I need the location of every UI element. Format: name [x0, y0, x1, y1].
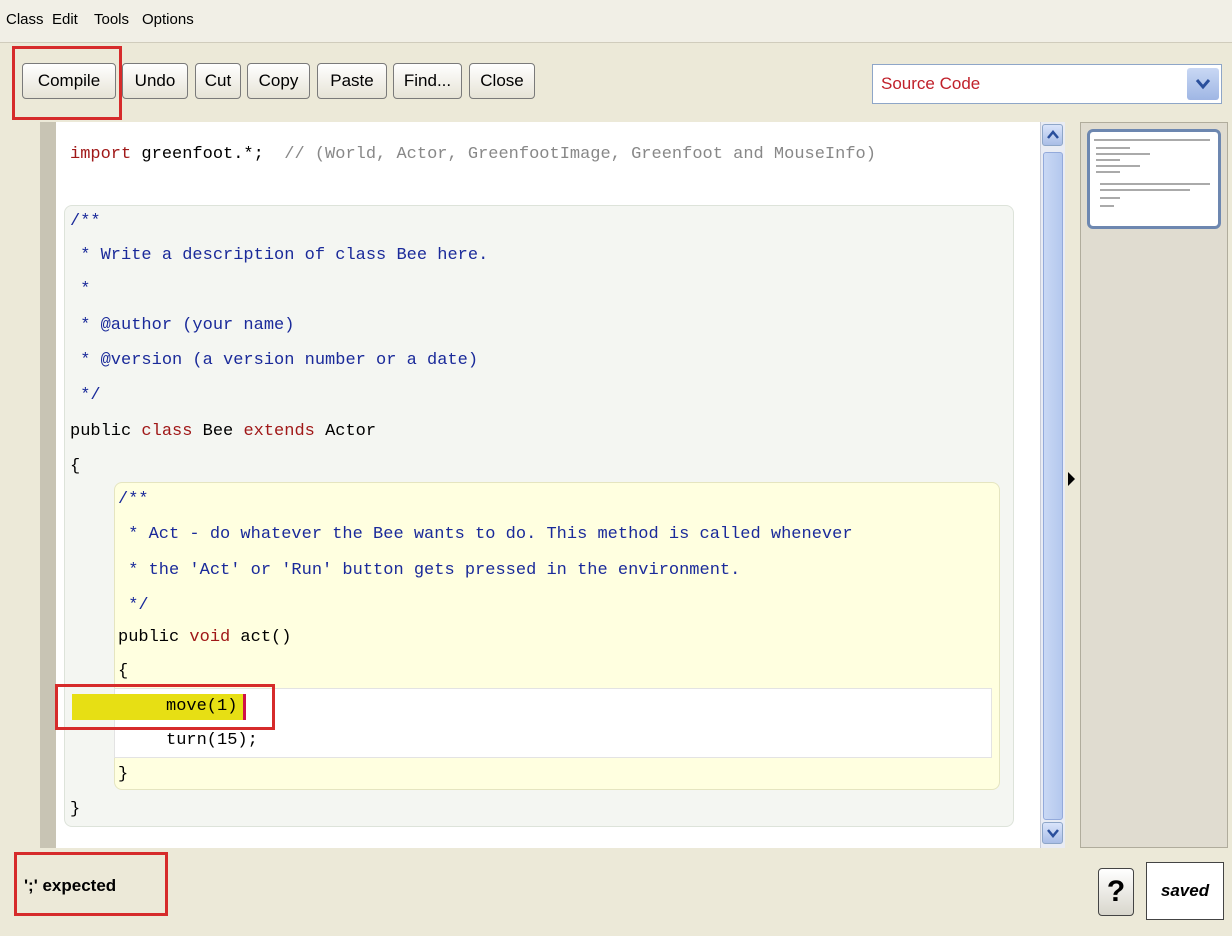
status-bar — [14, 858, 1094, 920]
help-button[interactable]: ? — [1098, 868, 1134, 916]
code-line: * Act - do whatever the Bee wants to do.… — [118, 525, 853, 544]
code-line: } — [70, 800, 81, 819]
chevron-down-icon[interactable] — [1187, 68, 1219, 100]
navigation-view[interactable] — [1080, 122, 1228, 848]
code-line-error: move(1) — [166, 697, 238, 716]
code-line-import: import greenfoot.*; // (World, Actor, Gr… — [70, 145, 876, 164]
code-line: * Write a description of class Bee here. — [70, 246, 489, 265]
menu-bar: Class Edit Tools Options — [0, 0, 1232, 43]
code-line: */ — [118, 596, 149, 615]
vertical-scrollbar[interactable] — [1040, 122, 1065, 848]
scroll-thumb[interactable] — [1043, 152, 1063, 820]
menu-edit[interactable]: Edit — [52, 11, 78, 28]
undo-button[interactable]: Undo — [122, 63, 188, 99]
code-line: /** — [70, 212, 101, 231]
code-line: * @author (your name) — [70, 316, 295, 335]
scroll-down-button[interactable] — [1042, 822, 1063, 844]
scroll-up-button[interactable] — [1042, 124, 1063, 146]
copy-button[interactable]: Copy — [247, 63, 310, 99]
code-line: /** — [118, 490, 149, 509]
code-line-class-decl: public class Bee extends Actor — [70, 422, 377, 441]
close-button[interactable]: Close — [469, 63, 535, 99]
paste-button[interactable]: Paste — [317, 63, 387, 99]
code-line: turn(15); — [166, 731, 258, 750]
code-line: * — [70, 280, 91, 299]
code-line-method-decl: public void act() — [118, 628, 292, 647]
navigation-thumbnail[interactable] — [1087, 129, 1221, 229]
panel-toggle-icon[interactable] — [1068, 472, 1075, 486]
view-select[interactable]: Source Code — [872, 64, 1222, 104]
menu-class[interactable]: Class — [6, 11, 44, 28]
code-line: { — [70, 457, 81, 476]
find-button[interactable]: Find... — [393, 63, 462, 99]
code-line: } — [118, 765, 129, 784]
code-line: * @version (a version number or a date) — [70, 351, 479, 370]
menu-tools[interactable]: Tools — [94, 11, 129, 28]
text-cursor — [243, 694, 246, 720]
cut-button[interactable]: Cut — [195, 63, 241, 99]
saved-status: saved — [1146, 862, 1224, 920]
view-select-value: Source Code — [881, 74, 981, 93]
code-line: { — [118, 662, 129, 681]
menu-options[interactable]: Options — [142, 11, 194, 28]
code-line: * the 'Act' or 'Run' button gets pressed… — [118, 561, 741, 580]
error-message: ';' expected — [24, 876, 117, 895]
code-line: */ — [70, 386, 101, 405]
compile-button[interactable]: Compile — [22, 63, 116, 99]
